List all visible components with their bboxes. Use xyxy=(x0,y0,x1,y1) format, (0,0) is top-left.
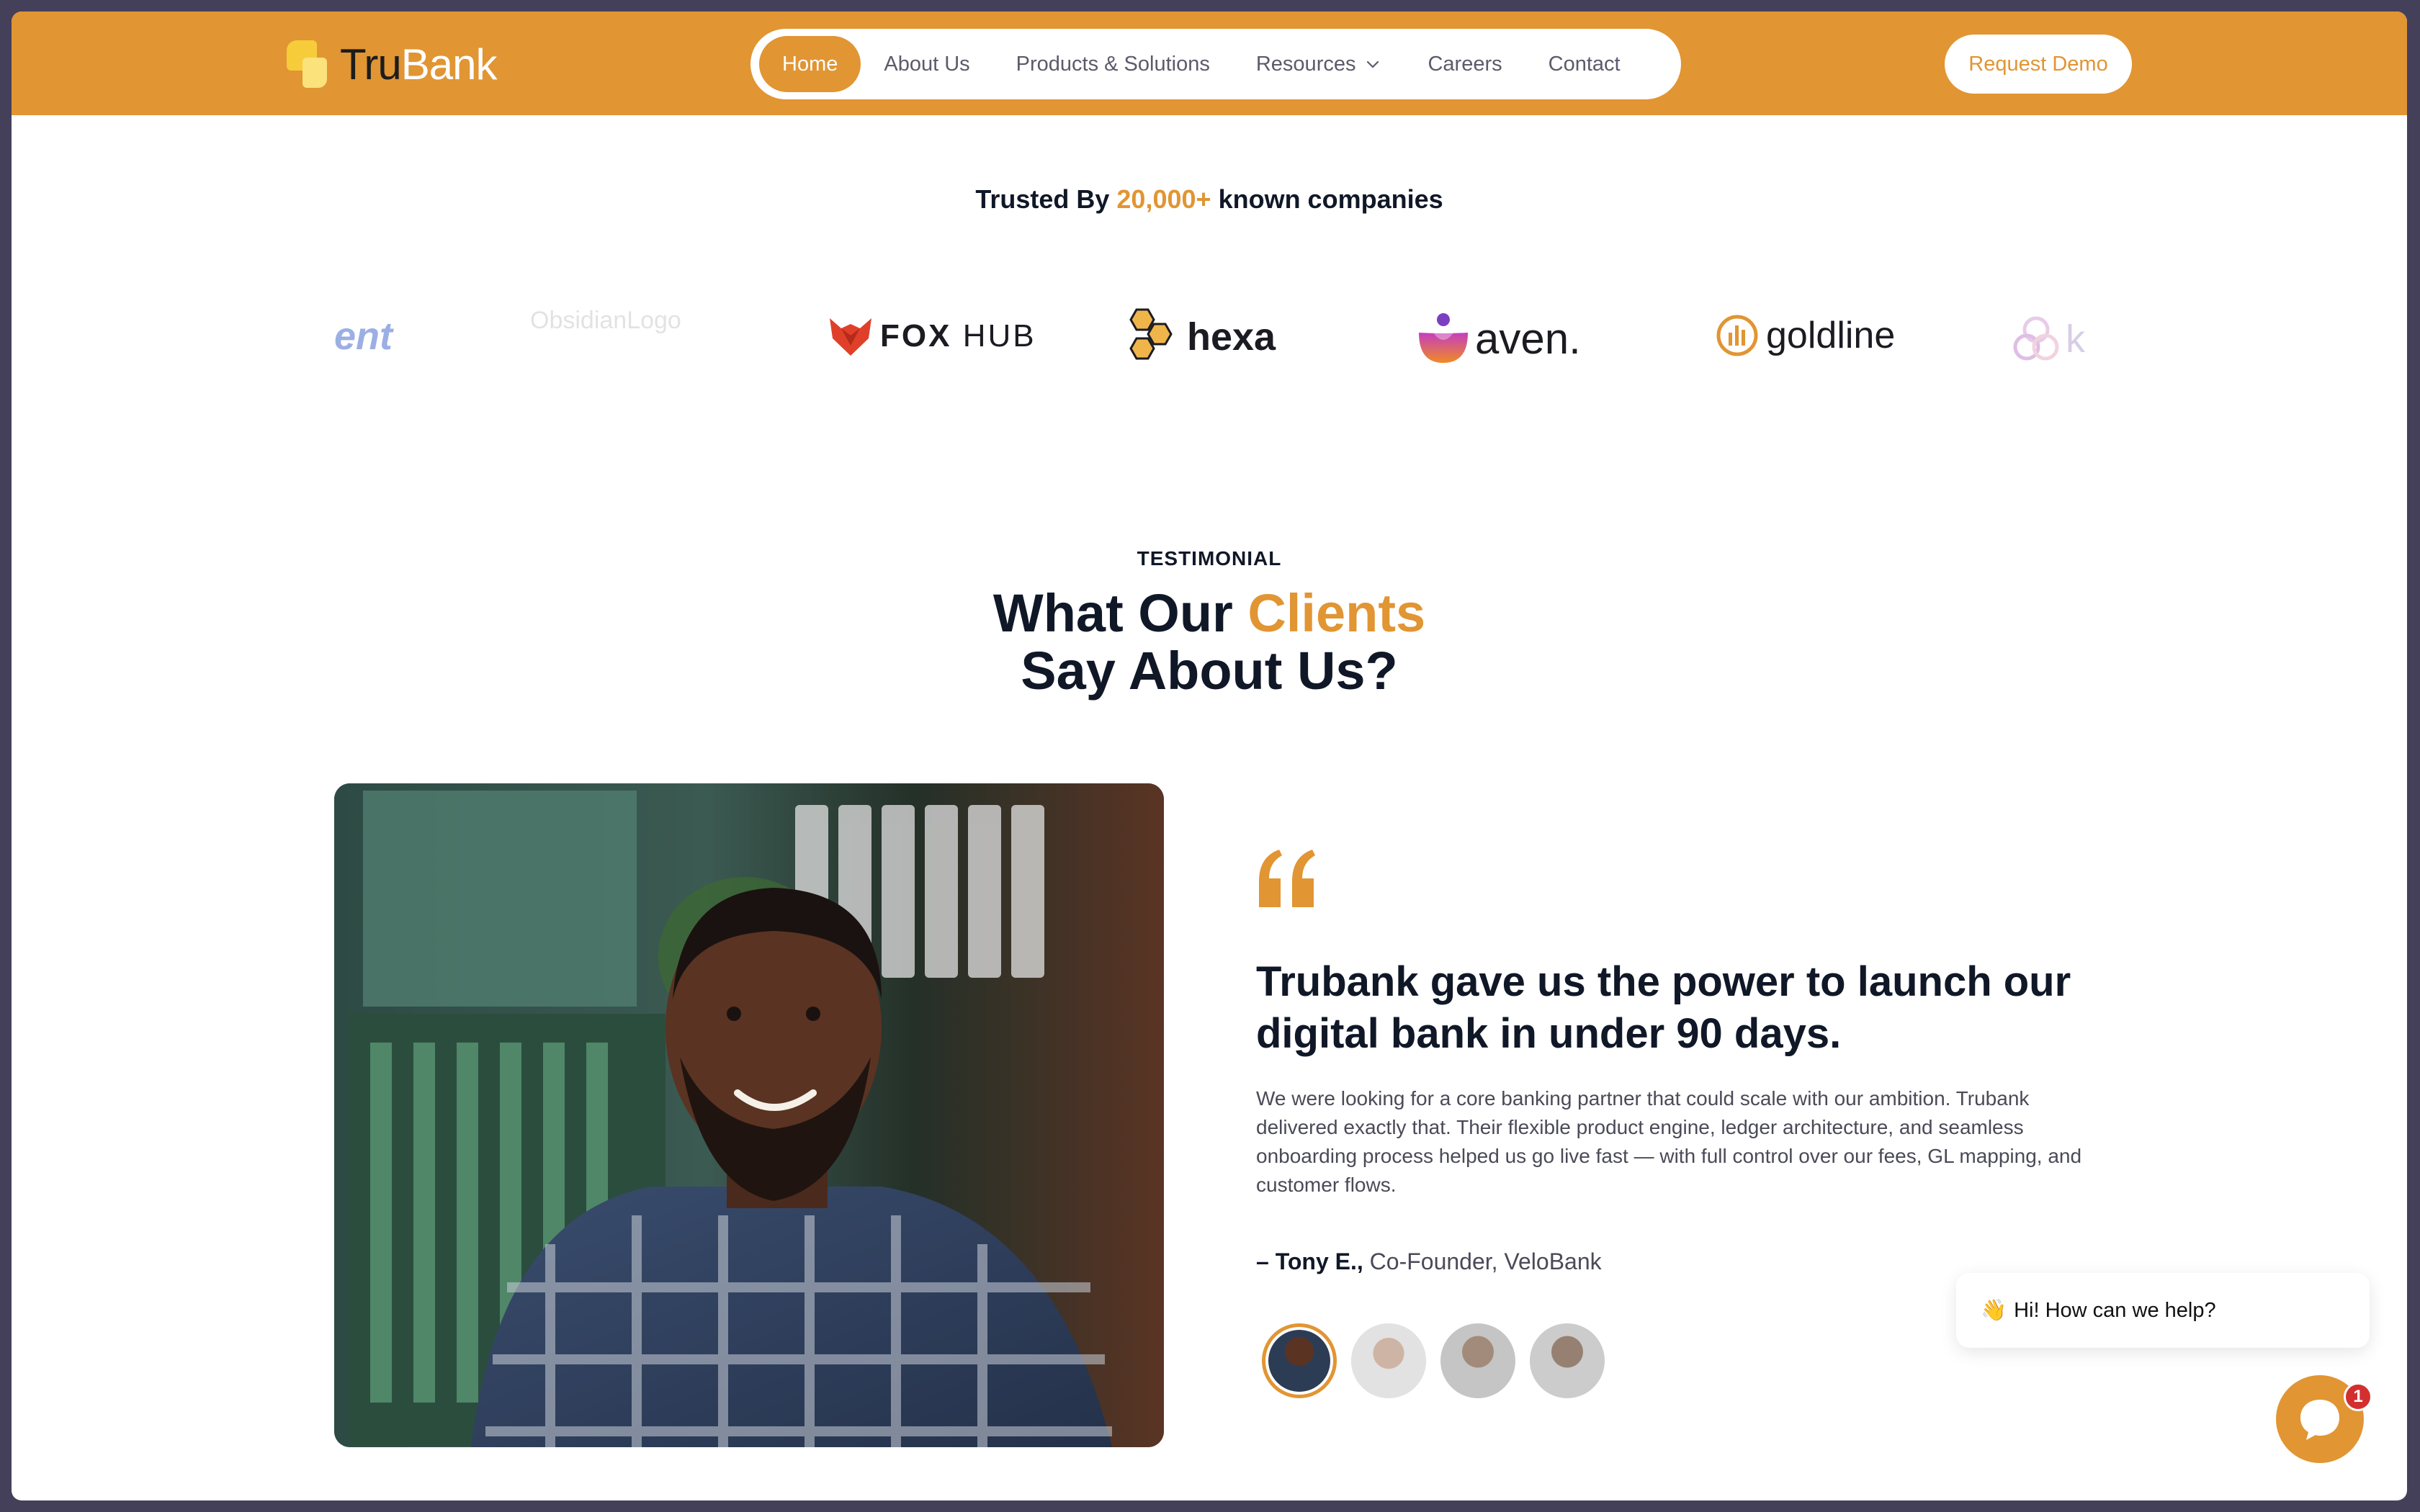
brand-logo-obsidian: ObsidianLogo xyxy=(530,307,681,335)
avatar-2[interactable] xyxy=(1351,1323,1426,1398)
nav-careers[interactable]: Careers xyxy=(1404,36,1525,92)
logo-text-tru: Tru xyxy=(340,40,402,89)
nav-resources-label: Resources xyxy=(1255,52,1356,76)
chat-greeting-text: Hi! How can we help? xyxy=(2014,1298,2216,1322)
testimonial-body: We were looking for a core banking partn… xyxy=(1256,1087,2082,1196)
trubank-logo[interactable]: TruBank xyxy=(287,39,498,89)
brand-logo-aven: aven. xyxy=(1416,311,1581,366)
brand-obsidian-text: ObsidianLogo xyxy=(530,307,681,334)
brand-logo-k: k xyxy=(2009,314,2085,364)
chat-bubble-icon xyxy=(2300,1400,2339,1440)
brand-fox-thin: HUB xyxy=(962,318,1036,354)
hexagon-icon xyxy=(1129,308,1173,360)
trubank-logo-icon xyxy=(287,40,334,88)
brand-logo-ent: ent xyxy=(334,314,393,359)
chat-greeting-bubble[interactable]: 👋 Hi! How can we help? xyxy=(1956,1273,2370,1348)
nav-home[interactable]: Home xyxy=(759,36,861,92)
trusted-heading: Trusted By 20,000+ known companies xyxy=(12,184,2407,215)
trusted-prefix: Trusted By xyxy=(975,184,1110,214)
chat-unread-badge: 1 xyxy=(2344,1382,2372,1411)
title-highlight: Clients xyxy=(1247,583,1426,643)
nav-resources[interactable]: Resources xyxy=(1233,36,1405,92)
nav-contact[interactable]: Contact xyxy=(1525,36,1644,92)
brand-logo-hexa: hexa xyxy=(1121,307,1276,367)
brand-logo-foxhub: FOX HUB xyxy=(828,314,1036,359)
avatar-1[interactable] xyxy=(1262,1323,1337,1398)
brand-fox-bold: FOX xyxy=(880,318,952,354)
bars-circle-icon xyxy=(1716,315,1758,356)
brand-logo-carousel: ent ObsidianLogo FOX HUB hexa aven. gold… xyxy=(12,285,2407,386)
brand-ent-text: ent xyxy=(334,315,393,358)
request-demo-button[interactable]: Request Demo xyxy=(1945,35,2132,94)
trusted-count: 20,000+ xyxy=(1116,184,1211,214)
author-role: Co-Founder, VeloBank xyxy=(1369,1248,1602,1274)
rings-icon xyxy=(2013,316,2059,361)
testimonial-photo xyxy=(334,783,1164,1447)
author-name: – Tony E., xyxy=(1256,1248,1363,1274)
testimonial-title: What Our Clients Say About Us? xyxy=(12,585,2407,700)
logo-wordmark: TruBank xyxy=(340,40,498,89)
testimonial-avatar-selector xyxy=(1262,1323,1605,1398)
lotus-icon xyxy=(1419,313,1468,363)
main-nav: Home About Us Products & Solutions Resou… xyxy=(750,29,1681,99)
brand-aven-text: aven. xyxy=(1475,314,1581,363)
nav-about-us[interactable]: About Us xyxy=(861,36,992,92)
brand-logo-goldline: goldline xyxy=(1716,314,1895,357)
brand-hexa-text: hexa xyxy=(1187,315,1276,359)
brand-k-text: k xyxy=(2066,318,2085,361)
quote-icon xyxy=(1259,850,1315,907)
fox-icon xyxy=(830,318,871,356)
testimonial-author: – Tony E., Co-Founder, VeloBank xyxy=(1256,1248,1602,1275)
logo-text-bank: Bank xyxy=(400,40,498,89)
title-part-1: What Our xyxy=(992,583,1233,643)
nav-products-solutions[interactable]: Products & Solutions xyxy=(993,36,1233,92)
wave-icon: 👋 xyxy=(1981,1299,2007,1322)
browser-window: TruBank Home About Us Products & Solutio… xyxy=(12,12,2407,1500)
testimonial-photo-illustration xyxy=(334,783,1164,1447)
avatar-3[interactable] xyxy=(1440,1323,1515,1398)
testimonial-headline: Trubank gave us the power to launch our … xyxy=(1256,958,2071,1057)
brand-goldline-text: goldline xyxy=(1766,315,1896,356)
avatar-4[interactable] xyxy=(1530,1323,1605,1398)
site-header: TruBank Home About Us Products & Solutio… xyxy=(12,12,2407,115)
testimonial-eyebrow: TESTIMONIAL xyxy=(1137,547,1282,570)
chevron-down-icon xyxy=(1367,60,1379,68)
title-part-2: Say About Us? xyxy=(1021,641,1398,701)
trusted-suffix: known companies xyxy=(1218,184,1443,214)
